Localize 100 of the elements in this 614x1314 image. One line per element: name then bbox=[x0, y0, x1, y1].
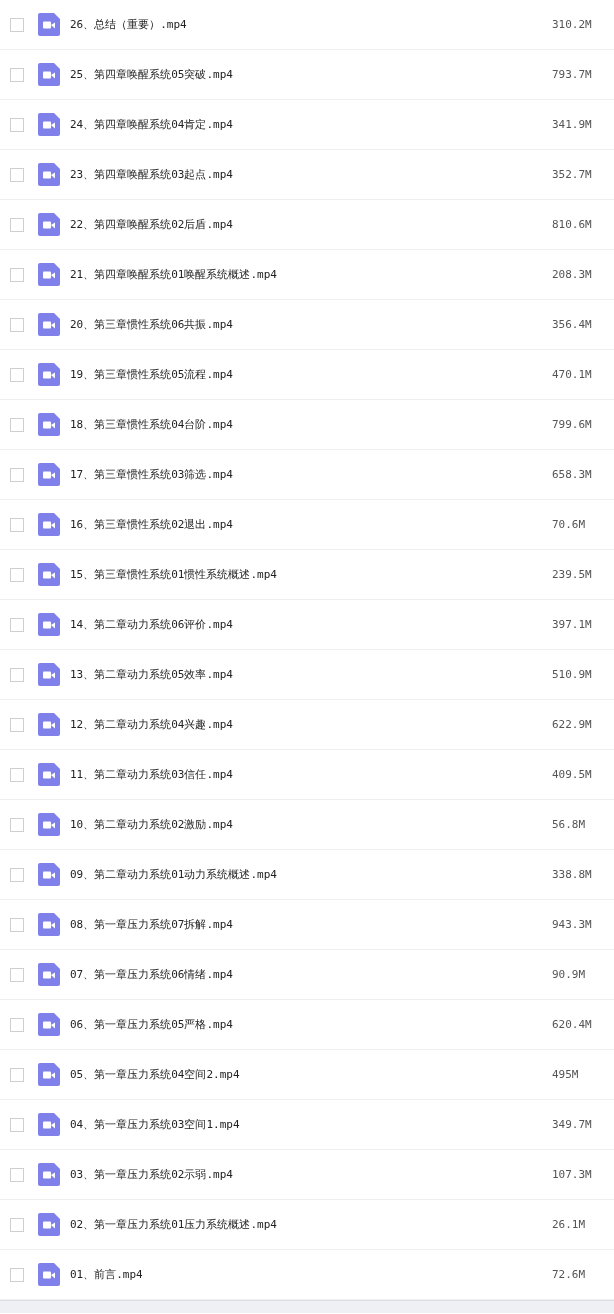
file-name[interactable]: 03、第一章压力系统02示弱.mp4 bbox=[70, 1167, 552, 1182]
checkbox[interactable] bbox=[10, 1267, 24, 1282]
video-file-icon bbox=[38, 1063, 60, 1086]
checkbox[interactable] bbox=[10, 667, 24, 682]
file-size: 90.9M bbox=[552, 968, 587, 981]
file-row[interactable]: 24、第四章唤醒系统04肯定.mp4 341.9M bbox=[0, 100, 614, 150]
checkbox[interactable] bbox=[10, 1117, 24, 1132]
file-name[interactable]: 14、第二章动力系统06评价.mp4 bbox=[70, 617, 552, 632]
checkbox[interactable] bbox=[10, 267, 24, 282]
file-row[interactable]: 25、第四章唤醒系统05突破.mp4 793.7M bbox=[0, 50, 614, 100]
file-row[interactable]: 02、第一章压力系统01压力系统概述.mp4 26.1M bbox=[0, 1200, 614, 1250]
checkbox[interactable] bbox=[10, 767, 24, 782]
file-size: 310.2M bbox=[552, 18, 593, 31]
file-row[interactable]: 11、第二章动力系统03信任.mp4 409.5M bbox=[0, 750, 614, 800]
file-name[interactable]: 02、第一章压力系统01压力系统概述.mp4 bbox=[70, 1217, 552, 1232]
file-name[interactable]: 26、总结（重要）.mp4 bbox=[70, 17, 552, 32]
video-file-icon bbox=[38, 913, 60, 936]
checkbox[interactable] bbox=[10, 917, 24, 932]
file-name[interactable]: 10、第二章动力系统02激励.mp4 bbox=[70, 817, 552, 832]
file-size: 352.7M bbox=[552, 168, 593, 181]
checkbox[interactable] bbox=[10, 517, 24, 532]
file-row[interactable]: 04、第一章压力系统03空间1.mp4 349.7M bbox=[0, 1100, 614, 1150]
file-row[interactable]: 23、第四章唤醒系统03起点.mp4 352.7M bbox=[0, 150, 614, 200]
file-row[interactable]: 14、第二章动力系统06评价.mp4 397.1M bbox=[0, 600, 614, 650]
checkbox[interactable] bbox=[10, 317, 24, 332]
file-name[interactable]: 18、第三章惯性系统04台阶.mp4 bbox=[70, 417, 552, 432]
checkbox[interactable] bbox=[10, 1167, 24, 1182]
video-file-icon bbox=[38, 563, 60, 586]
checkbox[interactable] bbox=[10, 217, 24, 232]
checkbox[interactable] bbox=[10, 67, 24, 82]
file-name[interactable]: 08、第一章压力系统07拆解.mp4 bbox=[70, 917, 552, 932]
file-name[interactable]: 07、第一章压力系统06情绪.mp4 bbox=[70, 967, 552, 982]
file-name[interactable]: 24、第四章唤醒系统04肯定.mp4 bbox=[70, 117, 552, 132]
file-row[interactable]: 21、第四章唤醒系统01唤醒系统概述.mp4 208.3M bbox=[0, 250, 614, 300]
file-row[interactable]: 19、第三章惯性系统05流程.mp4 470.1M bbox=[0, 350, 614, 400]
video-file-icon bbox=[38, 63, 60, 86]
checkbox[interactable] bbox=[10, 867, 24, 882]
file-name[interactable]: 17、第三章惯性系统03筛选.mp4 bbox=[70, 467, 552, 482]
video-file-icon bbox=[38, 713, 60, 736]
checkbox[interactable] bbox=[10, 417, 24, 432]
file-name[interactable]: 15、第三章惯性系统01惯性系统概述.mp4 bbox=[70, 567, 552, 582]
file-row[interactable]: 15、第三章惯性系统01惯性系统概述.mp4 239.5M bbox=[0, 550, 614, 600]
video-file-icon bbox=[38, 263, 60, 286]
video-file-icon bbox=[38, 863, 60, 886]
checkbox[interactable] bbox=[10, 617, 24, 632]
file-name[interactable]: 25、第四章唤醒系统05突破.mp4 bbox=[70, 67, 552, 82]
file-name[interactable]: 06、第一章压力系统05严格.mp4 bbox=[70, 1017, 552, 1032]
file-row[interactable]: 07、第一章压力系统06情绪.mp4 90.9M bbox=[0, 950, 614, 1000]
file-name[interactable]: 16、第三章惯性系统02退出.mp4 bbox=[70, 517, 552, 532]
file-name[interactable]: 22、第四章唤醒系统02后盾.mp4 bbox=[70, 217, 552, 232]
file-row[interactable]: 16、第三章惯性系统02退出.mp4 70.6M bbox=[0, 500, 614, 550]
file-row[interactable]: 03、第一章压力系统02示弱.mp4 107.3M bbox=[0, 1150, 614, 1200]
checkbox[interactable] bbox=[10, 717, 24, 732]
file-name[interactable]: 11、第二章动力系统03信任.mp4 bbox=[70, 767, 552, 782]
file-row[interactable]: 05、第一章压力系统04空间2.mp4 495M bbox=[0, 1050, 614, 1100]
video-file-icon bbox=[38, 213, 60, 236]
file-size: 349.7M bbox=[552, 1118, 593, 1131]
video-file-icon bbox=[38, 813, 60, 836]
video-file-icon bbox=[38, 613, 60, 636]
file-name[interactable]: 01、前言.mp4 bbox=[70, 1267, 552, 1282]
checkbox[interactable] bbox=[10, 367, 24, 382]
file-name[interactable]: 05、第一章压力系统04空间2.mp4 bbox=[70, 1067, 552, 1082]
file-row[interactable]: 10、第二章动力系统02激励.mp4 56.8M bbox=[0, 800, 614, 850]
file-row[interactable]: 22、第四章唤醒系统02后盾.mp4 810.6M bbox=[0, 200, 614, 250]
file-row[interactable]: 06、第一章压力系统05严格.mp4 620.4M bbox=[0, 1000, 614, 1050]
checkbox[interactable] bbox=[10, 567, 24, 582]
video-file-icon bbox=[38, 663, 60, 686]
video-file-icon bbox=[38, 1163, 60, 1186]
file-name[interactable]: 13、第二章动力系统05效率.mp4 bbox=[70, 667, 552, 682]
file-name[interactable]: 21、第四章唤醒系统01唤醒系统概述.mp4 bbox=[70, 267, 552, 282]
file-name[interactable]: 12、第二章动力系统04兴趣.mp4 bbox=[70, 717, 552, 732]
checkbox[interactable] bbox=[10, 1067, 24, 1082]
file-row[interactable]: 20、第三章惯性系统06共振.mp4 356.4M bbox=[0, 300, 614, 350]
video-file-icon bbox=[38, 1013, 60, 1036]
checkbox[interactable] bbox=[10, 1017, 24, 1032]
file-row[interactable]: 13、第二章动力系统05效率.mp4 510.9M bbox=[0, 650, 614, 700]
file-size: 495M bbox=[552, 1068, 580, 1081]
file-row[interactable]: 12、第二章动力系统04兴趣.mp4 622.9M bbox=[0, 700, 614, 750]
file-row[interactable]: 09、第二章动力系统01动力系统概述.mp4 338.8M bbox=[0, 850, 614, 900]
file-row[interactable]: 17、第三章惯性系统03筛选.mp4 658.3M bbox=[0, 450, 614, 500]
file-row[interactable]: 18、第三章惯性系统04台阶.mp4 799.6M bbox=[0, 400, 614, 450]
file-name[interactable]: 09、第二章动力系统01动力系统概述.mp4 bbox=[70, 867, 552, 882]
file-name[interactable]: 04、第一章压力系统03空间1.mp4 bbox=[70, 1117, 552, 1132]
file-size: 397.1M bbox=[552, 618, 593, 631]
video-file-icon bbox=[38, 513, 60, 536]
file-row[interactable]: 26、总结（重要）.mp4 310.2M bbox=[0, 0, 614, 50]
checkbox[interactable] bbox=[10, 167, 24, 182]
video-file-icon bbox=[38, 1263, 60, 1286]
checkbox[interactable] bbox=[10, 817, 24, 832]
file-name[interactable]: 20、第三章惯性系统06共振.mp4 bbox=[70, 317, 552, 332]
checkbox[interactable] bbox=[10, 1217, 24, 1232]
checkbox[interactable] bbox=[10, 967, 24, 982]
file-row[interactable]: 08、第一章压力系统07拆解.mp4 943.3M bbox=[0, 900, 614, 950]
checkbox[interactable] bbox=[10, 467, 24, 482]
checkbox[interactable] bbox=[10, 17, 24, 32]
file-name[interactable]: 23、第四章唤醒系统03起点.mp4 bbox=[70, 167, 552, 182]
checkbox[interactable] bbox=[10, 117, 24, 132]
file-size: 338.8M bbox=[552, 868, 593, 881]
file-size: 208.3M bbox=[552, 268, 593, 281]
file-name[interactable]: 19、第三章惯性系统05流程.mp4 bbox=[70, 367, 552, 382]
